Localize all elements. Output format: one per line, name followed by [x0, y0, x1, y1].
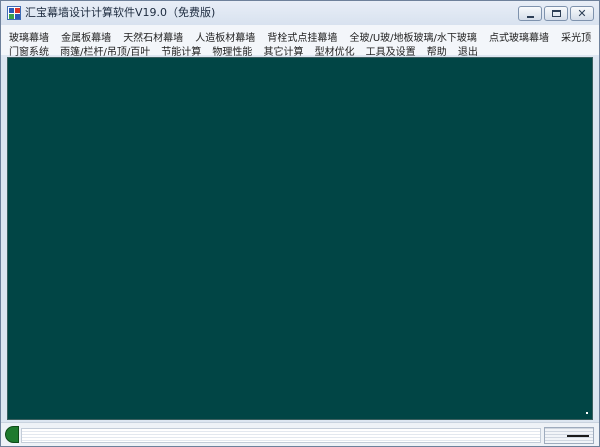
menu-point-glass-curtain-wall[interactable]: 点式玻璃幕墙 [487, 32, 551, 46]
status-bar [1, 422, 599, 446]
minimize-button[interactable] [518, 6, 542, 21]
menu-skylight[interactable]: 采光顶 [559, 32, 593, 46]
workspace-area[interactable] [7, 57, 593, 420]
status-secondary-field [544, 427, 594, 444]
close-button[interactable]: ✕ [570, 6, 594, 21]
menu-bar: 玻璃幕墙 金属板幕墙 天然石材幕墙 人造板材幕墙 背栓式点挂幕墙 全玻/U玻/地… [1, 25, 599, 58]
window-title: 汇宝幕墙设计计算软件V19.0（免费版) [25, 6, 216, 19]
minimize-icon [527, 16, 534, 18]
maximize-icon [552, 10, 561, 17]
app-logo-icon[interactable] [7, 6, 21, 20]
title-bar[interactable]: 汇宝幕墙设计计算软件V19.0（免费版) ✕ [1, 1, 599, 25]
workspace-marker [586, 412, 588, 414]
close-icon: ✕ [577, 7, 587, 20]
app-window: 汇宝幕墙设计计算软件V19.0（免费版) ✕ 玻璃幕墙 金属板幕墙 天然石材幕墙… [0, 0, 600, 447]
menu-row-1: 玻璃幕墙 金属板幕墙 天然石材幕墙 人造板材幕墙 背栓式点挂幕墙 全玻/U玻/地… [7, 26, 596, 44]
maximize-button[interactable] [544, 6, 568, 21]
status-message-field [21, 428, 541, 443]
menu-row-2: 门窗系统 雨篷/栏杆/吊顶/百叶 节能计算 物理性能 其它计算 型材优化 工具及… [7, 40, 482, 58]
status-indicator-icon [5, 426, 19, 443]
